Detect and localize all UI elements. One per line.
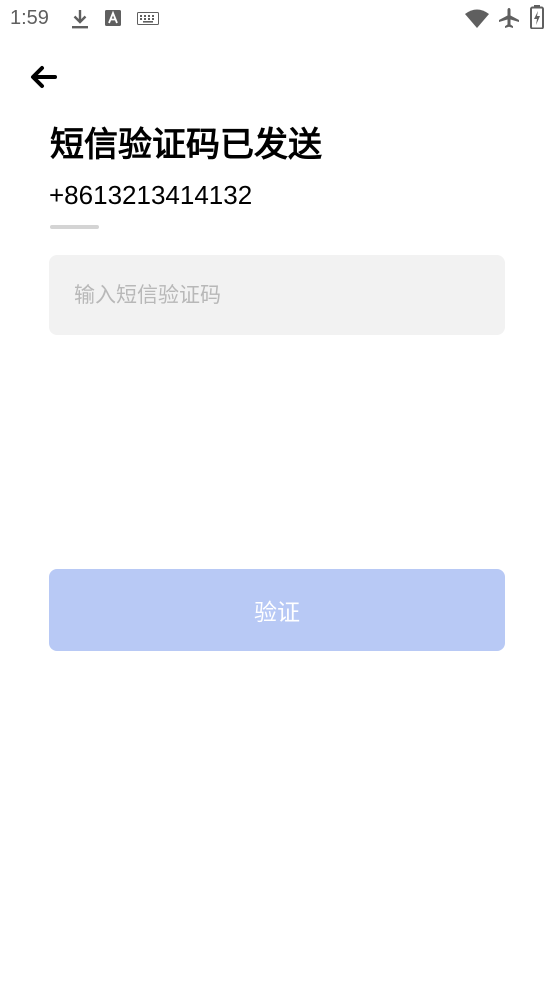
airplane-icon: [498, 7, 520, 33]
verify-button[interactable]: 验证: [49, 569, 505, 651]
verify-button-label: 验证: [254, 600, 300, 626]
sms-code-input[interactable]: [49, 255, 505, 335]
wifi-icon: [464, 9, 490, 33]
code-input-container: [49, 255, 505, 335]
back-button[interactable]: [26, 62, 60, 96]
keyboard-icon: [137, 11, 159, 30]
arrow-left-icon: [29, 65, 57, 93]
status-bar: 1:59: [0, 0, 554, 38]
download-icon: [70, 8, 90, 34]
title-underline: [50, 225, 99, 229]
font-a-icon: [104, 8, 122, 32]
page-title: 短信验证码已发送: [50, 125, 322, 165]
battery-charging-icon: [530, 5, 544, 33]
status-time: 1:59: [10, 7, 49, 29]
phone-number: +8613213414132: [49, 180, 253, 210]
